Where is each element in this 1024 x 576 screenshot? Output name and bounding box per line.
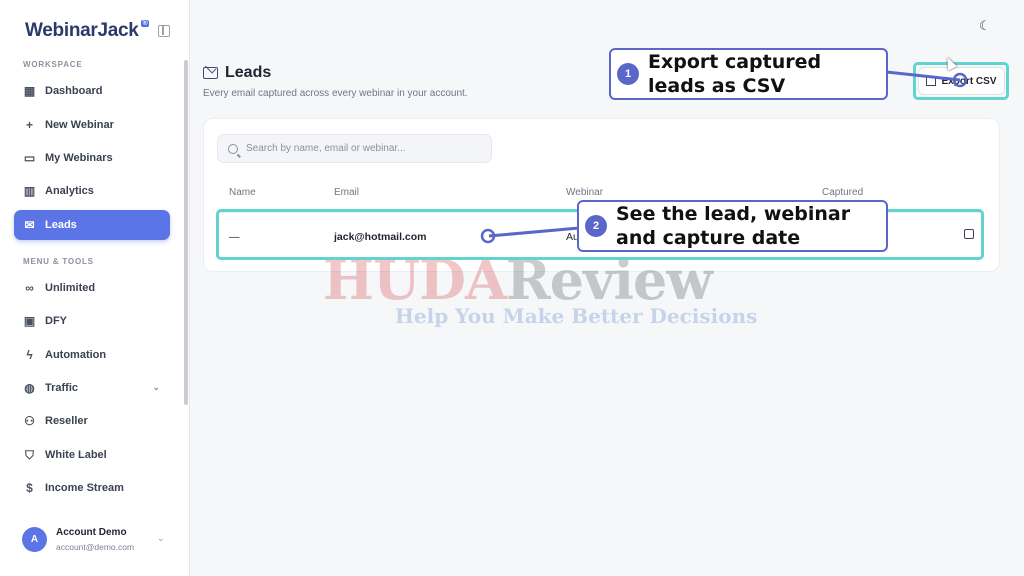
sidebar-item-unlimited[interactable]: ∞ Unlimited bbox=[14, 273, 170, 303]
page-subtitle: Every email captured across every webina… bbox=[203, 88, 468, 99]
sidebar-item-dfy[interactable]: ▣ DFY bbox=[14, 306, 170, 336]
search-field[interactable] bbox=[217, 134, 492, 163]
webinarjack-logo[interactable]: WebinarJack ® bbox=[25, 20, 150, 42]
dollar-icon: $ bbox=[26, 481, 33, 495]
watermark-tagline: Help You Make Better Decisions bbox=[395, 304, 758, 328]
column-header-name: Name bbox=[229, 187, 256, 198]
collapse-sidebar-icon[interactable] bbox=[158, 25, 170, 37]
account-email: account@demo.com bbox=[56, 542, 135, 552]
column-header-webinar: Webinar bbox=[566, 187, 604, 198]
sidebar-item-traffic[interactable]: ◍ Traffic ⌄ bbox=[14, 373, 170, 403]
callout-text: Export captured leads as CSV bbox=[648, 51, 822, 97]
dark-mode-toggle-icon[interactable]: ☾ bbox=[979, 18, 993, 33]
sidebar-item-automation[interactable]: ϟ Automation bbox=[14, 340, 170, 370]
monitor-icon: ▭ bbox=[23, 151, 36, 165]
mail-icon: ✉ bbox=[24, 218, 35, 232]
bolt-icon: ϟ bbox=[26, 348, 33, 362]
plus-icon: + bbox=[25, 118, 33, 132]
sidebar-item-analytics[interactable]: ▥ Analytics bbox=[14, 176, 170, 206]
sidebar-item-income-stream[interactable]: $ Income Stream bbox=[14, 473, 170, 503]
chevron-down-icon: ⌄ bbox=[152, 382, 160, 392]
callout-export: 1 Export captured leads as CSV bbox=[609, 48, 888, 100]
column-header-email: Email bbox=[334, 187, 360, 198]
tools-section-label: MENU & TOOLS bbox=[23, 257, 94, 266]
callout-number: 2 bbox=[585, 215, 607, 237]
search-icon bbox=[228, 143, 238, 154]
sidebar-item-my-webinars[interactable]: ▭ My Webinars bbox=[14, 143, 170, 173]
sidebar-item-reseller[interactable]: ⚇ Reseller bbox=[14, 406, 170, 436]
account-menu[interactable]: A Account Demo account@demo.com ⌄ bbox=[0, 515, 190, 570]
callout-number: 1 bbox=[617, 63, 639, 85]
export-highlight bbox=[913, 62, 1009, 100]
infinity-icon: ∞ bbox=[25, 281, 34, 295]
sidebar-item-white-label[interactable]: ⛉ White Label bbox=[14, 440, 170, 470]
sidebar: WebinarJack ® WORKSPACE ▦ Dashboard + New W… bbox=[0, 0, 190, 576]
grid-icon: ▦ bbox=[23, 84, 36, 98]
column-header-captured: Captured bbox=[822, 187, 864, 198]
callout-text: See the lead, webinar and capture date bbox=[616, 203, 851, 249]
search-input[interactable] bbox=[246, 143, 486, 154]
users-icon: ⚇ bbox=[24, 414, 35, 428]
shield-icon: ⛉ bbox=[24, 447, 34, 462]
page-title: Leads bbox=[203, 64, 271, 82]
mail-icon bbox=[203, 67, 218, 79]
sidebar-scrollbar[interactable] bbox=[184, 60, 188, 405]
workspace-section-label: WORKSPACE bbox=[23, 60, 83, 69]
callout-lead-details: 2 See the lead, webinar and capture date bbox=[577, 200, 888, 252]
bar-chart-icon: ▥ bbox=[23, 184, 36, 198]
globe-icon: ◍ bbox=[24, 381, 35, 395]
sidebar-item-new-webinar[interactable]: + New Webinar bbox=[14, 110, 170, 140]
gift-icon: ▣ bbox=[23, 314, 36, 328]
sidebar-item-dashboard[interactable]: ▦ Dashboard bbox=[14, 76, 170, 106]
avatar: A bbox=[22, 527, 47, 552]
logo-badge: ® bbox=[140, 20, 150, 27]
account-name: Account Demo bbox=[56, 527, 127, 538]
sidebar-item-leads[interactable]: ✉ Leads bbox=[14, 210, 170, 240]
chevron-down-icon: ⌄ bbox=[157, 533, 165, 543]
